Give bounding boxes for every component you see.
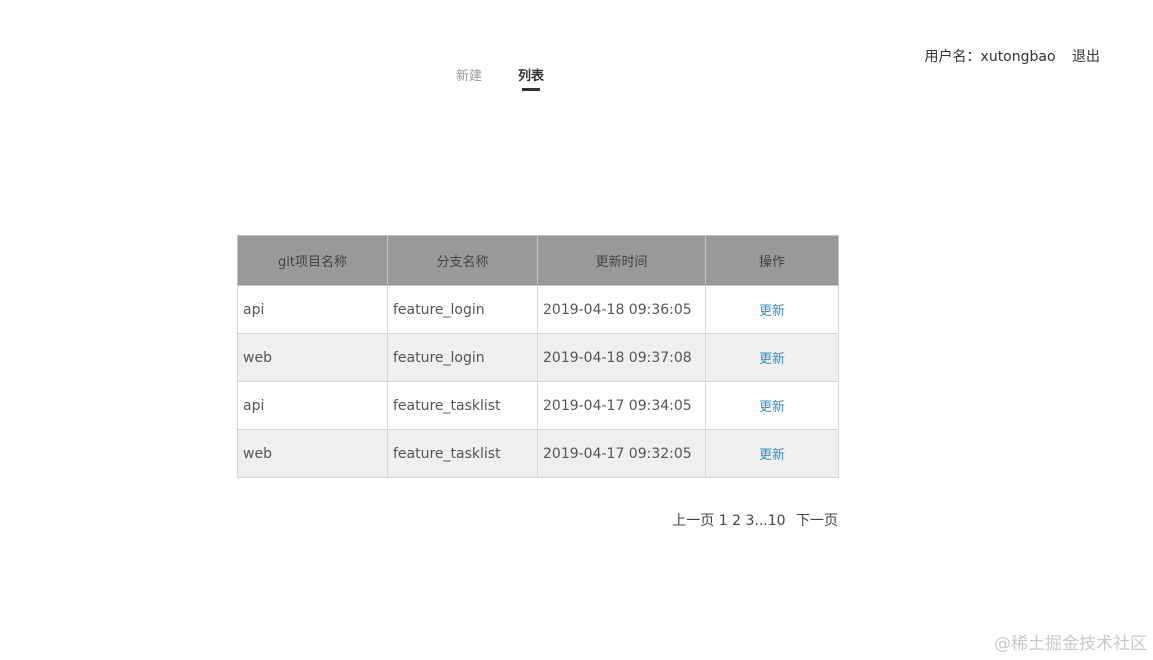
pagination: 上一页 1 2 3...10 下一页 [672, 510, 838, 530]
table-row: api feature_login 2019-04-18 09:36:05 更新 [237, 285, 839, 334]
cell-time: 2019-04-18 09:37:08 [537, 333, 706, 382]
cell-action: 更新 [705, 285, 839, 334]
tab-bar: 新建 列表 [456, 65, 545, 91]
table-header-row: git项目名称 分支名称 更新时间 操作 [237, 235, 839, 286]
cell-action: 更新 [705, 333, 839, 382]
branch-table-container: git项目名称 分支名称 更新时间 操作 api feature_login 2… [237, 235, 839, 478]
cell-project: api [237, 285, 388, 334]
active-tab-indicator [522, 88, 541, 91]
logout-link[interactable]: 退出 [1072, 49, 1100, 65]
user-area: 用户名：xutongbao 退出 [925, 46, 1100, 66]
tab-new[interactable]: 新建 [456, 65, 482, 90]
column-header-branch: 分支名称 [387, 235, 538, 286]
cell-action: 更新 [705, 381, 839, 430]
update-link[interactable]: 更新 [759, 400, 785, 415]
cell-time: 2019-04-17 09:32:05 [537, 429, 706, 478]
page: 用户名：xutongbao 退出 新建 列表 git项目名称 分支名称 更新时间 [0, 0, 1153, 660]
cell-branch: feature_login [387, 285, 538, 334]
table-row: api feature_tasklist 2019-04-17 09:34:05… [237, 381, 839, 430]
column-header-action: 操作 [705, 235, 839, 286]
prev-page-button[interactable]: 上一页 [672, 513, 714, 529]
watermark: @稀土掘金技术社区 [994, 634, 1147, 654]
column-header-project: git项目名称 [237, 235, 388, 286]
cell-time: 2019-04-18 09:36:05 [537, 285, 706, 334]
update-link[interactable]: 更新 [759, 304, 785, 319]
tab-list[interactable]: 列表 [518, 65, 545, 91]
cell-time: 2019-04-17 09:34:05 [537, 381, 706, 430]
cell-branch: feature_login [387, 333, 538, 382]
column-header-time: 更新时间 [537, 235, 706, 286]
cell-action: 更新 [705, 429, 839, 478]
cell-project: web [237, 333, 388, 382]
cell-project: web [237, 429, 388, 478]
branch-table: git项目名称 分支名称 更新时间 操作 api feature_login 2… [237, 235, 839, 478]
table-row: web feature_tasklist 2019-04-17 09:32:05… [237, 429, 839, 478]
update-link[interactable]: 更新 [759, 352, 785, 367]
tab-list-label: 列表 [518, 69, 545, 84]
update-link[interactable]: 更新 [759, 448, 785, 463]
table-row: web feature_login 2019-04-18 09:37:08 更新 [237, 333, 839, 382]
next-page-button[interactable]: 下一页 [796, 513, 838, 529]
cell-branch: feature_tasklist [387, 429, 538, 478]
cell-branch: feature_tasklist [387, 381, 538, 430]
cell-project: api [237, 381, 388, 430]
page-numbers[interactable]: 1 2 3...10 [719, 513, 786, 529]
username-label: 用户名：xutongbao [924, 49, 1056, 65]
tab-new-label: 新建 [456, 69, 483, 84]
